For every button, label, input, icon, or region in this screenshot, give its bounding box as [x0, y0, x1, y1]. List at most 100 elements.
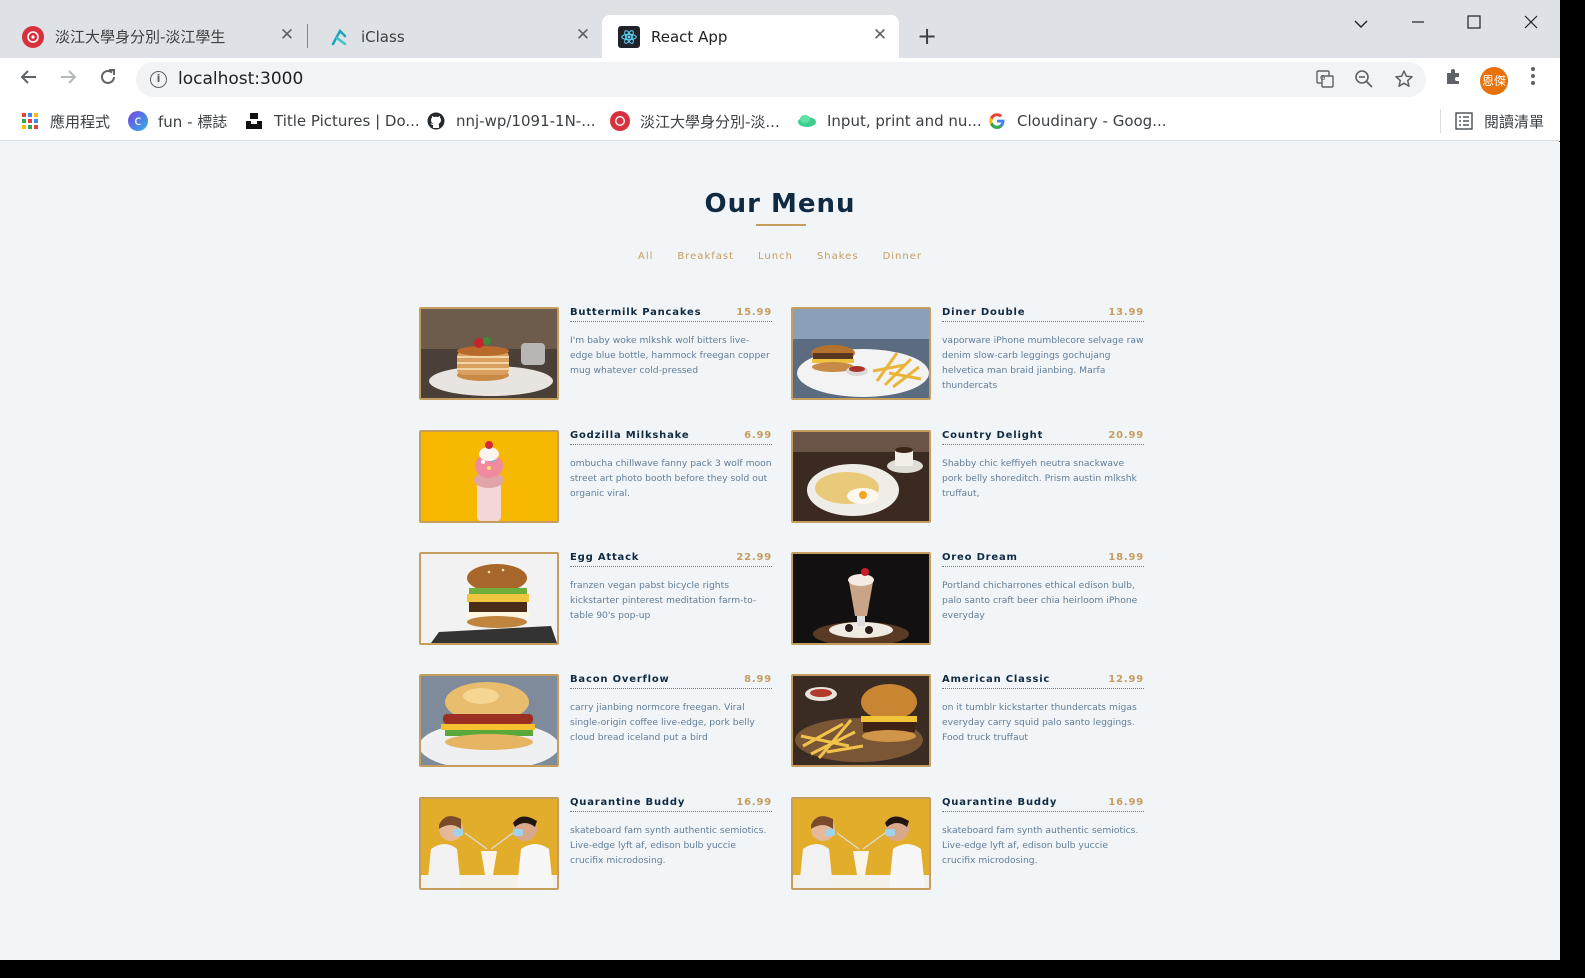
bookmark-label: 淡江大學身分別-淡...: [640, 112, 780, 131]
filter-all-button[interactable]: All: [638, 251, 653, 262]
canva-icon: c: [128, 111, 148, 131]
bookmarks-divider: [1440, 109, 1441, 133]
item-price: 6.99: [744, 430, 772, 441]
item-name: Egg Attack: [570, 552, 640, 563]
svg-text:G: G: [1320, 74, 1325, 82]
item-description: Portland chicharrones ethical edison bul…: [942, 580, 1138, 621]
zoom-out-icon[interactable]: [1353, 69, 1375, 91]
bookmark-github[interactable]: nnj-wp/1091-1N-...: [426, 110, 596, 132]
classic-burger-photo: [791, 674, 931, 767]
item-name: Bacon Overflow: [570, 674, 670, 685]
tab-react-app[interactable]: React App ✕: [602, 15, 899, 58]
reload-button[interactable]: [93, 65, 123, 95]
bookmark-label: nnj-wp/1091-1N-...: [456, 112, 596, 130]
extensions-puzzle-icon[interactable]: [1439, 65, 1469, 95]
tab-search-chevron-icon[interactable]: [1347, 10, 1375, 38]
tab-iclass[interactable]: iClass ✕: [306, 15, 602, 58]
minimize-button[interactable]: [1404, 10, 1432, 38]
oreo-shake-photo: [791, 552, 931, 645]
item-price: 16.99: [1108, 797, 1144, 808]
close-window-button[interactable]: [1517, 10, 1545, 38]
item-price: 12.99: [1108, 674, 1144, 685]
milkshake-photo: [419, 430, 559, 523]
translate-icon[interactable]: G: [1314, 69, 1336, 91]
page-title: Our Menu: [704, 189, 856, 219]
bacon-sandwich-photo: [419, 674, 559, 767]
tku-icon: [22, 25, 44, 48]
eggs-plate-photo: [791, 430, 931, 523]
google-icon: [987, 111, 1007, 131]
menu-item: Buttermilk Pancakes 15.99 I'm baby woke …: [419, 307, 772, 400]
bookmark-unsplash[interactable]: Title Pictures | Do...: [244, 110, 420, 132]
reading-list-button[interactable]: 閱讀清單: [1454, 110, 1544, 132]
bookmark-label: 應用程式: [50, 112, 111, 131]
reading-list-label: 閱讀清單: [1484, 112, 1545, 131]
category-filters: All Breakfast Lunch Shakes Dinner: [0, 251, 1560, 262]
menu-item: Country Delight 20.99 Shabby chic keffiy…: [791, 430, 1144, 523]
bookmark-input-print[interactable]: Input, print and nu...: [797, 110, 982, 132]
menu-item: Godzilla Milkshake 6.99 ombucha chillwav…: [419, 430, 772, 523]
reading-list-icon: [1454, 111, 1474, 131]
tab-title: React App: [651, 27, 728, 46]
react-icon: [618, 25, 640, 48]
close-tab-icon[interactable]: ✕: [871, 26, 889, 44]
item-description: ombucha chillwave fanny pack 3 wolf moon…: [570, 458, 772, 499]
item-description: vaporware iPhone mumblecore selvage raw …: [942, 335, 1144, 391]
bookmark-apps[interactable]: 應用程式: [20, 110, 110, 132]
pancakes-photo: [419, 307, 559, 400]
bookmark-label: Cloudinary - Goog...: [1017, 112, 1167, 130]
site-info-icon[interactable]: i: [150, 71, 167, 88]
item-name: American Classic: [942, 674, 1051, 685]
new-tab-button[interactable]: +: [914, 24, 940, 50]
bookmark-cloudinary[interactable]: Cloudinary - Goog...: [987, 110, 1167, 132]
close-tab-icon[interactable]: ✕: [278, 26, 296, 44]
item-name: Godzilla Milkshake: [570, 430, 690, 441]
bookmark-label: Title Pictures | Do...: [274, 112, 420, 130]
bookmark-label: fun - 標誌: [158, 112, 228, 131]
tab-title: iClass: [361, 27, 405, 46]
browser-toolbar: i localhost:3000 G 恩傑: [0, 58, 1560, 101]
bookmark-star-icon[interactable]: [1393, 69, 1415, 91]
burger-fries-photo: [791, 307, 931, 400]
tab-title: 淡江大學身分別-淡江學生: [55, 28, 226, 46]
couple-shake-photo: [419, 797, 559, 890]
filter-lunch-button[interactable]: Lunch: [758, 251, 793, 262]
item-name: Quarantine Buddy: [570, 797, 686, 808]
maximize-button[interactable]: [1460, 10, 1488, 38]
menu-item: Bacon Overflow 8.99 carry jianbing normc…: [419, 674, 772, 767]
menu-item: Diner Double 13.99 vaporware iPhone mumb…: [791, 307, 1144, 400]
item-price: 15.99: [736, 307, 772, 318]
item-name: Buttermilk Pancakes: [570, 307, 702, 318]
menu-item: Quarantine Buddy 16.99 skateboard fam sy…: [791, 797, 1144, 890]
iclass-icon: [328, 26, 350, 48]
item-name: Quarantine Buddy: [942, 797, 1058, 808]
more-menu-icon[interactable]: [1518, 65, 1548, 95]
bookmark-tku[interactable]: 淡江大學身分別-淡...: [610, 110, 780, 132]
filter-breakfast-button[interactable]: Breakfast: [677, 251, 734, 262]
item-description: carry jianbing normcore freegan. Viral s…: [570, 702, 755, 743]
item-name: Country Delight: [942, 430, 1044, 441]
forward-button[interactable]: [53, 65, 83, 95]
filter-shakes-button[interactable]: Shakes: [817, 251, 859, 262]
back-button[interactable]: [14, 65, 44, 95]
bookmark-fun[interactable]: c fun - 標誌: [128, 110, 227, 132]
item-name: Oreo Dream: [942, 552, 1018, 563]
github-icon: [426, 111, 446, 131]
title-underline: [756, 224, 806, 226]
browser-window: 淡江大學身分別-淡江學生 ✕ iClass ✕ React App ✕ + i …: [0, 0, 1560, 960]
address-bar[interactable]: i localhost:3000 G: [136, 62, 1426, 97]
filter-dinner-button[interactable]: Dinner: [883, 251, 922, 262]
page-content: Our Menu All Breakfast Lunch Shakes Dinn…: [0, 142, 1560, 960]
bookmark-label: Input, print and nu...: [827, 112, 982, 130]
profile-avatar[interactable]: 恩傑: [1480, 67, 1508, 95]
tab-strip: 淡江大學身分別-淡江學生 ✕ iClass ✕ React App ✕ +: [0, 0, 1560, 58]
tab-tku[interactable]: 淡江大學身分別-淡江學生 ✕: [0, 15, 306, 58]
item-price: 16.99: [736, 797, 772, 808]
address-url: localhost:3000: [178, 69, 304, 89]
item-price: 20.99: [1108, 430, 1144, 441]
menu-item: Egg Attack 22.99 franzen vegan pabst bic…: [419, 552, 772, 645]
item-price: 13.99: [1108, 307, 1144, 318]
close-tab-icon[interactable]: ✕: [574, 26, 592, 44]
item-description: Shabby chic keffiyeh neutra snackwave po…: [942, 458, 1137, 499]
cloud-icon: [797, 111, 817, 131]
